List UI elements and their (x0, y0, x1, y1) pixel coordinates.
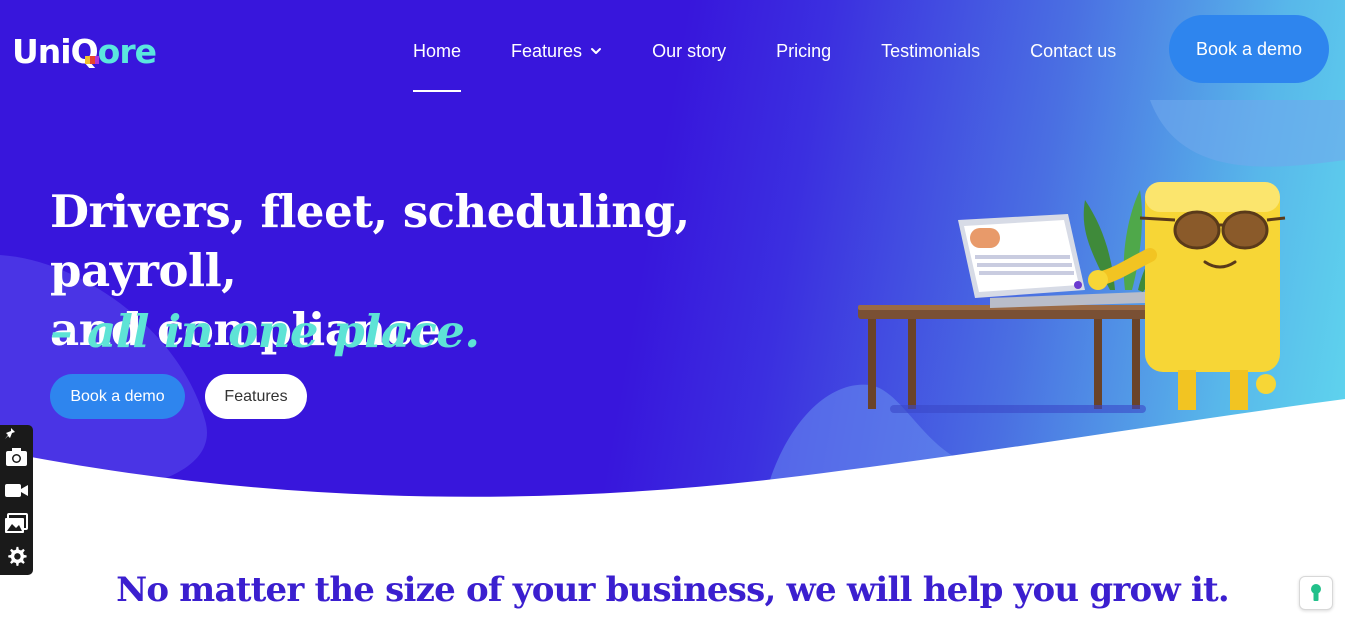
capture-toolbar (0, 425, 33, 575)
nav-item-pricing[interactable]: Pricing (776, 41, 831, 62)
laptop-illustration (958, 214, 1145, 308)
desk-illustration (858, 305, 1153, 413)
hero-headline-accent: – all in one place. (50, 305, 480, 358)
nav-item-label: Features (511, 40, 583, 61)
video-icon[interactable] (4, 479, 29, 501)
nav-item-contact-us[interactable]: Contact us (1030, 41, 1116, 62)
camera-icon[interactable] (4, 446, 29, 468)
hero-section: Uni Q ore Home Features Our story Pricin… (0, 0, 1345, 500)
nav-item-home[interactable]: Home (413, 40, 462, 92)
nav-item-our-story[interactable]: Our story (652, 41, 726, 62)
nav-item-features[interactable]: Features (511, 41, 602, 62)
pin-icon[interactable] (4, 427, 18, 441)
nav-item-label: Pricing (776, 40, 832, 61)
header-book-demo-button[interactable]: Book a demo (1169, 15, 1329, 83)
section-tagline: No matter the size of your business, we … (116, 570, 1230, 610)
hero-illustration (858, 182, 1286, 413)
hero-book-demo-button[interactable]: Book a demo (50, 374, 185, 419)
accessibility-helper-button[interactable] (1299, 576, 1333, 610)
gallery-icon[interactable] (4, 512, 29, 534)
gear-icon[interactable] (4, 545, 29, 567)
chevron-down-icon (591, 48, 602, 54)
logo-q-tail-icon (84, 56, 99, 64)
main-nav: Home Features Our story Pricing Testimon… (388, 30, 1141, 92)
brand-logo-q: Q (70, 30, 99, 74)
brand-logo-text-q: Q (70, 32, 99, 71)
nav-item-label: Contact us (1030, 40, 1117, 61)
nav-item-testimonials[interactable]: Testimonials (881, 41, 980, 62)
keyhole-icon (1311, 584, 1321, 601)
nav-item-label: Our story (652, 40, 727, 61)
brand-logo-text-uni: Uni (12, 32, 72, 71)
nav-item-label: Testimonials (881, 40, 981, 61)
hero-features-button[interactable]: Features (205, 374, 307, 419)
hero-headline-line1: Drivers, fleet, scheduling, payroll, (50, 185, 690, 297)
brand-logo[interactable]: Uni Q ore (12, 30, 157, 74)
brand-logo-text-ore: ore (97, 32, 157, 71)
nav-item-label: Home (413, 40, 462, 61)
